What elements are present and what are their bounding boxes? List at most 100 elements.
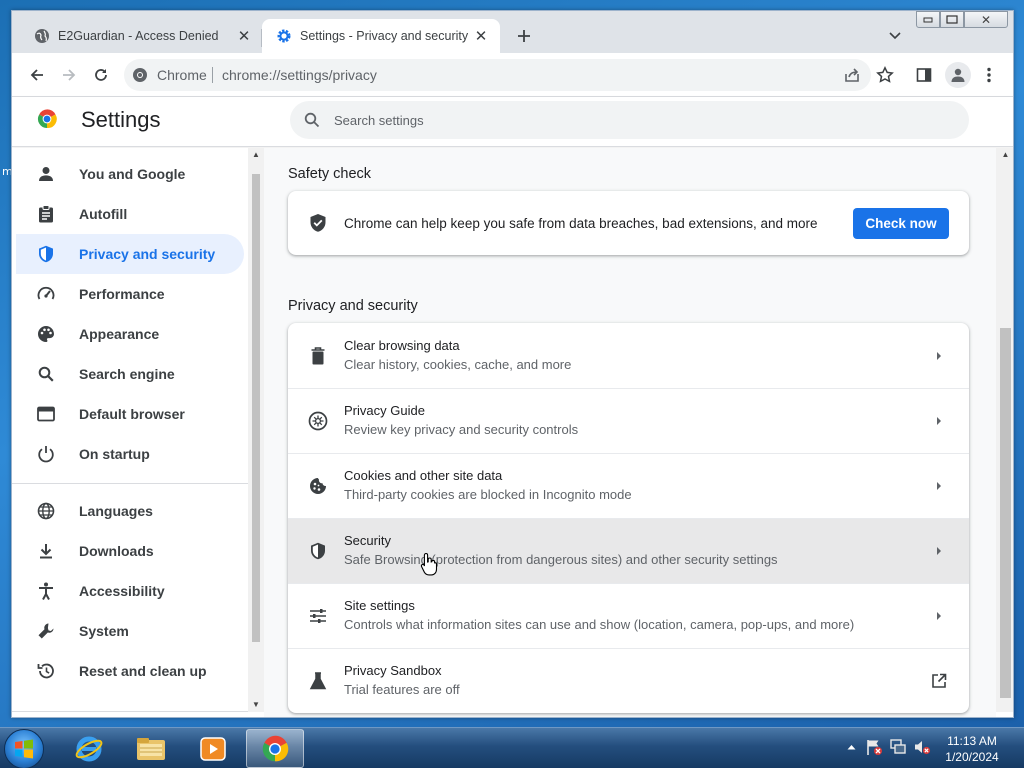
chevron-right-icon	[929, 411, 949, 431]
list-item-cookies[interactable]: Cookies and other site data Third-party …	[288, 453, 969, 518]
profile-avatar[interactable]	[945, 62, 971, 88]
sidebar-item-downloads[interactable]: Downloads	[16, 531, 244, 571]
row-title: Site settings	[344, 598, 415, 613]
maximize-icon	[946, 15, 958, 24]
origin-label: Chrome	[157, 67, 207, 83]
tab-title: E2Guardian - Access Denied	[58, 29, 219, 43]
main-scrollbar[interactable]: ▲	[996, 148, 1013, 712]
media-player-icon[interactable]	[184, 729, 242, 768]
row-text: Cookies and other site data Third-party …	[344, 467, 929, 505]
chrome-icon[interactable]	[246, 729, 304, 768]
list-item-privacy-guide[interactable]: Privacy Guide Review key privacy and sec…	[288, 388, 969, 453]
safety-check-row: Chrome can help keep you safe from data …	[288, 191, 969, 255]
minimize-button[interactable]	[916, 11, 940, 28]
forward-arrow-icon	[63, 69, 76, 81]
row-title: Security	[344, 533, 391, 548]
clock-time: 11:13 AM	[947, 734, 997, 748]
tab-strip: E2Guardian - Access Denied ✕ Settings - …	[12, 11, 1013, 53]
search-settings-box[interactable]	[290, 101, 969, 139]
internet-explorer-icon[interactable]	[60, 729, 118, 768]
close-window-button[interactable]: ✕	[964, 11, 1008, 28]
scrollbar-thumb[interactable]	[252, 174, 260, 642]
kebab-menu-icon[interactable]	[978, 64, 1000, 86]
file-explorer-icon[interactable]	[122, 729, 180, 768]
list-item-privacy-sandbox[interactable]: Privacy Sandbox Trial features are off	[288, 648, 969, 713]
sidebar-scrollbar[interactable]: ▲ ▼	[248, 148, 264, 712]
windows-logo-icon	[15, 739, 33, 759]
sidebar-item-accessibility[interactable]: Accessibility	[16, 571, 244, 611]
forward-button[interactable]	[56, 62, 82, 88]
clock-date: 1/20/2024	[945, 750, 999, 764]
scroll-down-arrow-icon[interactable]: ▼	[251, 700, 261, 710]
sidebar-item-appearance[interactable]: Appearance	[16, 314, 244, 354]
windows-taskbar: 11:13 AM 1/20/2024	[0, 727, 1024, 768]
url-text[interactable]: chrome://settings/privacy	[222, 67, 377, 83]
start-button[interactable]	[4, 729, 44, 768]
safety-check-heading: Safety check	[288, 166, 372, 182]
sidebar-divider	[12, 483, 248, 484]
side-panel-icon[interactable]	[913, 64, 935, 86]
network-icon[interactable]	[888, 736, 908, 758]
chrome-site-icon	[132, 67, 148, 83]
page-title: Settings	[81, 107, 161, 132]
browser-toolbar: Chrome chrome://settings/privacy	[12, 53, 1013, 97]
settings-gear-icon	[276, 28, 292, 44]
scrollbar-thumb[interactable]	[1000, 328, 1011, 698]
scroll-up-arrow-icon[interactable]: ▲	[1000, 150, 1011, 160]
row-text: Clear browsing data Clear history, cooki…	[344, 337, 929, 375]
new-tab-button[interactable]	[512, 24, 536, 48]
row-subtitle: Controls what information sites can use …	[344, 617, 855, 632]
power-icon	[36, 444, 56, 464]
speedometer-icon	[36, 284, 56, 304]
sidebar-item-you-and-google[interactable]: You and Google	[16, 154, 244, 194]
show-hidden-icons-arrow-icon[interactable]	[844, 736, 858, 758]
sidebar-item-label: Reset and clean up	[79, 663, 207, 679]
volume-muted-icon[interactable]	[912, 736, 932, 758]
sidebar-item-label: Performance	[79, 286, 165, 302]
chevron-right-icon	[929, 606, 949, 626]
list-item-security[interactable]: Security Safe Browsing (protection from …	[288, 518, 969, 583]
tab-e2guardian[interactable]: E2Guardian - Access Denied ✕	[20, 19, 263, 53]
share-icon[interactable]	[842, 65, 862, 85]
system-clock[interactable]: 11:13 AM 1/20/2024	[930, 733, 1014, 765]
sidebar-item-performance[interactable]: Performance	[16, 274, 244, 314]
close-tab-icon[interactable]: ✕	[235, 27, 253, 45]
action-center-flag-icon[interactable]	[864, 736, 884, 758]
sidebar-item-privacy-and-security[interactable]: Privacy and security	[16, 234, 244, 274]
sidebar-item-languages[interactable]: Languages	[16, 491, 244, 531]
shield-check-icon	[308, 213, 328, 233]
chrome-window: E2Guardian - Access Denied ✕ Settings - …	[11, 10, 1014, 718]
bookmark-star-icon[interactable]	[874, 64, 896, 86]
address-bar[interactable]: Chrome chrome://settings/privacy	[124, 59, 871, 91]
safety-check-text: Chrome can help keep you safe from data …	[344, 215, 818, 231]
accessibility-icon	[36, 581, 56, 601]
list-item-clear-browsing-data[interactable]: Clear browsing data Clear history, cooki…	[288, 323, 969, 388]
row-text: Site settings Controls what information …	[344, 597, 929, 635]
search-icon	[36, 364, 56, 384]
maximize-button[interactable]	[940, 11, 964, 28]
sidebar-item-label: Appearance	[79, 326, 160, 342]
chevron-down-icon	[889, 32, 901, 40]
search-icon	[304, 112, 320, 128]
sidebar-item-default-browser[interactable]: Default browser	[16, 394, 244, 434]
palette-icon	[36, 324, 56, 344]
sidebar-item-label: Downloads	[79, 543, 154, 559]
close-tab-icon[interactable]: ✕	[472, 27, 490, 45]
scroll-up-arrow-icon[interactable]: ▲	[251, 150, 261, 160]
search-input[interactable]	[334, 101, 934, 139]
tab-settings[interactable]: Settings - Privacy and security ✕	[262, 19, 500, 53]
row-title: Privacy Sandbox	[344, 663, 442, 678]
sidebar-item-search-engine[interactable]: Search engine	[16, 354, 244, 394]
external-link-icon[interactable]	[929, 671, 949, 691]
sidebar-item-reset-and-clean-up[interactable]: Reset and clean up	[16, 651, 244, 691]
reload-button[interactable]	[88, 62, 114, 88]
sidebar-item-system[interactable]: System	[16, 611, 244, 651]
sidebar-item-on-startup[interactable]: On startup	[16, 434, 244, 474]
trash-icon	[308, 346, 328, 366]
sidebar-item-autofill[interactable]: Autofill	[16, 194, 244, 234]
back-button[interactable]	[24, 62, 50, 88]
tab-search-button[interactable]	[884, 25, 906, 47]
list-item-site-settings[interactable]: Site settings Controls what information …	[288, 583, 969, 648]
shield-icon	[308, 541, 328, 561]
check-now-button[interactable]: Check now	[853, 207, 949, 239]
